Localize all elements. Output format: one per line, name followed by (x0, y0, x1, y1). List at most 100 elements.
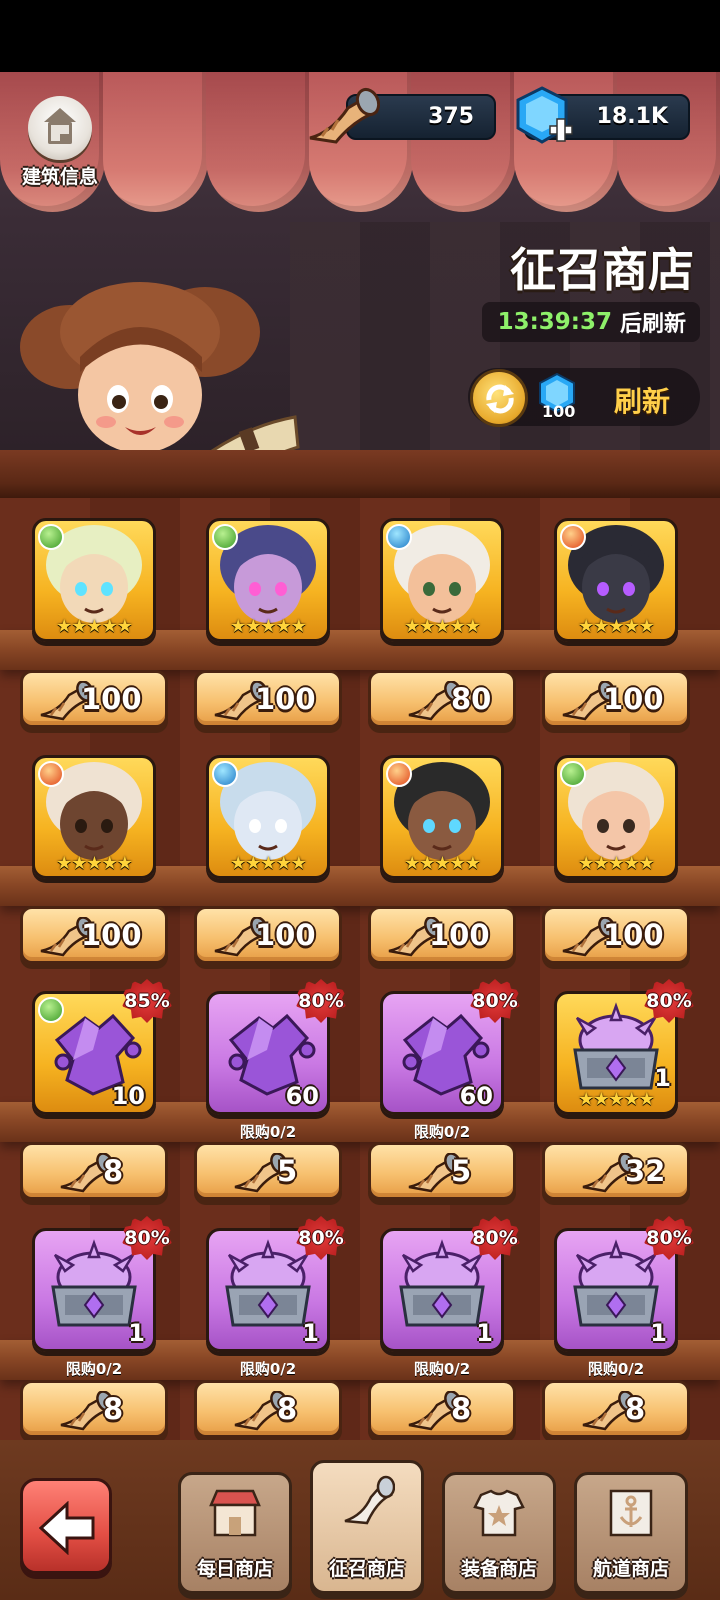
horn-currency: 375 (309, 87, 496, 144)
star-rating: ★★★★★ (404, 853, 481, 874)
star-rating: ★★★★★ (578, 1089, 655, 1110)
gem-plus-icon (516, 86, 573, 144)
back-arrow-icon (39, 1501, 95, 1555)
item-quantity: 1 (128, 1319, 145, 1347)
water-element-icon (212, 761, 238, 787)
hero-card[interactable]: ★★★★★ (206, 518, 330, 642)
purchase-limit: 限购0/2 (65, 1360, 123, 1378)
buy-button[interactable]: 100 (194, 906, 342, 964)
horn-count: 375 (428, 104, 474, 129)
refresh-cost: 100 (542, 402, 576, 421)
fire-element-icon (38, 761, 64, 787)
price-value: 8 (277, 1392, 298, 1426)
price-value: 32 (625, 1154, 666, 1188)
hero-card[interactable]: ★★★★★ (554, 518, 678, 642)
buy-button[interactable]: 100 (542, 670, 690, 728)
purchase-limit: 限购0/2 (413, 1360, 471, 1378)
hero-card[interactable]: ★★★★★ (380, 518, 504, 642)
refresh-label: 刷新 (613, 385, 670, 418)
star-rating: ★★★★★ (404, 616, 481, 637)
refresh-icon (470, 369, 528, 427)
tab-label: 装备商店 (460, 1558, 537, 1580)
leaf-element-icon (212, 524, 238, 550)
fire-element-icon (386, 761, 412, 787)
buy-button[interactable]: 5 (194, 1142, 342, 1200)
hero-card[interactable]: ★★★★★ (554, 755, 678, 879)
buy-button[interactable]: 8 (20, 1380, 168, 1438)
purchase-limit: 限购0/2 (239, 1123, 297, 1141)
price-value: 100 (603, 918, 664, 952)
status-bar (0, 0, 720, 72)
item-quantity: 60 (459, 1082, 493, 1110)
buy-button[interactable]: 8 (542, 1380, 690, 1438)
tab-recruit-shop[interactable]: 征召商店 (310, 1460, 424, 1594)
buy-button[interactable]: 8 (194, 1380, 342, 1438)
star-rating: ★★★★★ (56, 616, 133, 637)
price-value: 5 (451, 1154, 472, 1188)
buy-button[interactable]: 100 (542, 906, 690, 964)
hero-card[interactable]: ★★★★★ (380, 755, 504, 879)
item-quantity: 1 (476, 1319, 493, 1347)
shopkeeper-girl-illustration (20, 282, 300, 450)
star-rating: ★★★★★ (56, 853, 133, 874)
tab-label: 每日商店 (196, 1558, 273, 1580)
star-rating: ★★★★★ (230, 853, 307, 874)
leaf-element-icon (560, 761, 586, 787)
buy-button[interactable]: 100 (20, 906, 168, 964)
buy-button[interactable]: 100 (20, 670, 168, 728)
building-info-button[interactable]: 建筑信息 (14, 96, 106, 188)
tab-route-shop[interactable]: 航道商店 (574, 1472, 688, 1594)
refresh-button[interactable]: 100 刷新 (468, 368, 700, 427)
shop-header: 建筑信息 375 18.1K 征召商店 13:39:37 后刷新 100 刷新 (0, 72, 720, 450)
gem-count: 18.1K (596, 104, 668, 129)
item-quantity: 1 (650, 1319, 667, 1347)
tab-equipment-shop[interactable]: 装备商店 (442, 1472, 556, 1594)
shop-title: 征召商店 (510, 243, 694, 297)
building-icon (28, 96, 92, 160)
leaf-element-icon (38, 997, 64, 1023)
star-rating: ★★★★★ (578, 616, 655, 637)
buy-button[interactable]: 80 (368, 670, 516, 728)
price-value: 100 (81, 918, 142, 952)
buy-button[interactable]: 100 (194, 670, 342, 728)
water-element-icon (386, 524, 412, 550)
price-value: 5 (277, 1154, 298, 1188)
price-value: 8 (103, 1154, 124, 1188)
purchase-limit: 限购0/2 (587, 1360, 645, 1378)
leaf-element-icon (38, 524, 64, 550)
back-button[interactable] (20, 1478, 112, 1574)
buy-button[interactable]: 8 (368, 1380, 516, 1438)
price-value: 8 (451, 1392, 472, 1426)
shop-stall-icon (207, 1487, 263, 1539)
horn-icon (339, 1475, 396, 1527)
purchase-limit: 限购0/2 (413, 1123, 471, 1141)
hero-card[interactable]: ★★★★★ (206, 755, 330, 879)
price-value: 100 (603, 682, 664, 716)
tab-daily-shop[interactable]: 每日商店 (178, 1472, 292, 1594)
star-rating: ★★★★★ (578, 853, 655, 874)
price-value: 8 (103, 1392, 124, 1426)
buy-button[interactable]: 5 (368, 1142, 516, 1200)
fire-element-icon (560, 524, 586, 550)
star-rating: ★★★★★ (230, 616, 307, 637)
buy-button[interactable]: 32 (542, 1142, 690, 1200)
top-ledge (0, 450, 720, 498)
hero-card[interactable]: ★★★★★ (32, 518, 156, 642)
buy-button[interactable]: 100 (368, 906, 516, 964)
hero-card[interactable]: ★★★★★ (32, 755, 156, 879)
price-value: 100 (81, 682, 142, 716)
timer-value: 13:39:37 (497, 309, 612, 335)
tab-label: 航道商店 (592, 1558, 669, 1580)
price-value: 100 (255, 682, 316, 716)
price-value: 100 (255, 918, 316, 952)
anchor-banner-icon (603, 1487, 659, 1539)
buy-button[interactable]: 8 (20, 1142, 168, 1200)
timer-suffix: 后刷新 (619, 312, 686, 337)
price-value: 100 (429, 918, 490, 952)
horn-icon (309, 87, 380, 144)
gem-currency[interactable]: 18.1K (516, 86, 690, 144)
item-quantity: 60 (285, 1082, 319, 1110)
item-quantity: 1 (654, 1064, 671, 1092)
item-quantity: 1 (302, 1319, 319, 1347)
price-value: 8 (625, 1392, 646, 1426)
